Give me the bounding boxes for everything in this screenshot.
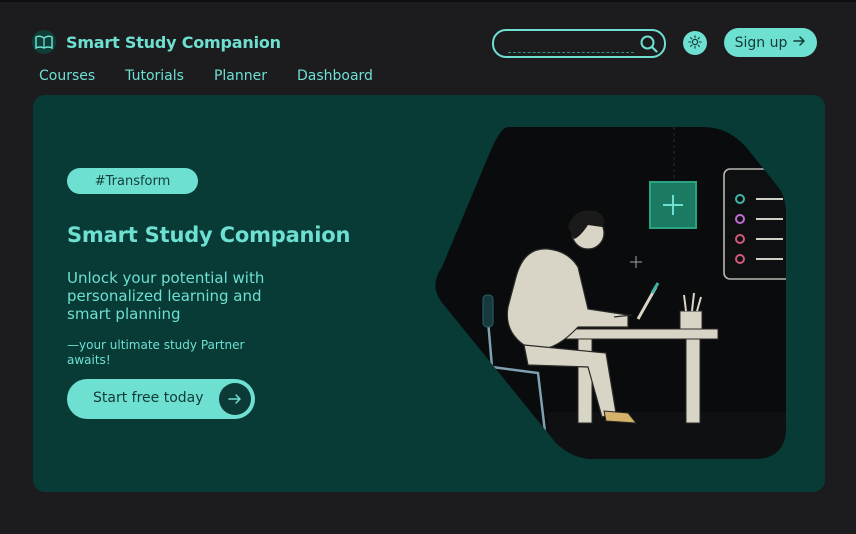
nav-item-courses[interactable]: Courses xyxy=(39,68,95,84)
hero-section: #Transform Smart Study Companion Unlock … xyxy=(33,95,825,492)
hero-tag[interactable]: #Transform xyxy=(67,168,198,194)
theme-toggle-button[interactable] xyxy=(683,31,707,55)
search-input[interactable] xyxy=(504,34,638,54)
search-underline xyxy=(508,52,634,53)
start-free-label: Start free today xyxy=(93,390,204,406)
search-icon[interactable] xyxy=(640,35,658,57)
sun-icon xyxy=(688,34,702,53)
arrow-right-icon xyxy=(793,35,806,51)
window-top-edge xyxy=(0,0,856,2)
brand[interactable]: Smart Study Companion xyxy=(32,30,281,54)
hero-title: Smart Study Companion xyxy=(67,223,351,247)
hero-subtitle: Unlock your potential with personalized … xyxy=(67,269,265,323)
nav-item-tutorials[interactable]: Tutorials xyxy=(125,68,184,84)
search-box[interactable] xyxy=(492,29,666,58)
signup-button[interactable]: Sign up xyxy=(724,28,817,57)
brand-title: Smart Study Companion xyxy=(66,32,281,52)
main-nav: Courses Tutorials Planner Dashboard xyxy=(39,68,403,84)
nav-item-dashboard[interactable]: Dashboard xyxy=(297,68,373,84)
signup-label: Sign up xyxy=(734,34,788,51)
hero-note: —your ultimate study Partner awaits! xyxy=(67,338,245,367)
start-free-button[interactable]: Start free today xyxy=(67,379,255,419)
arrow-right-icon xyxy=(219,383,251,415)
nav-item-planner[interactable]: Planner xyxy=(214,68,267,84)
study-illustration xyxy=(435,127,786,459)
book-icon xyxy=(32,30,56,54)
